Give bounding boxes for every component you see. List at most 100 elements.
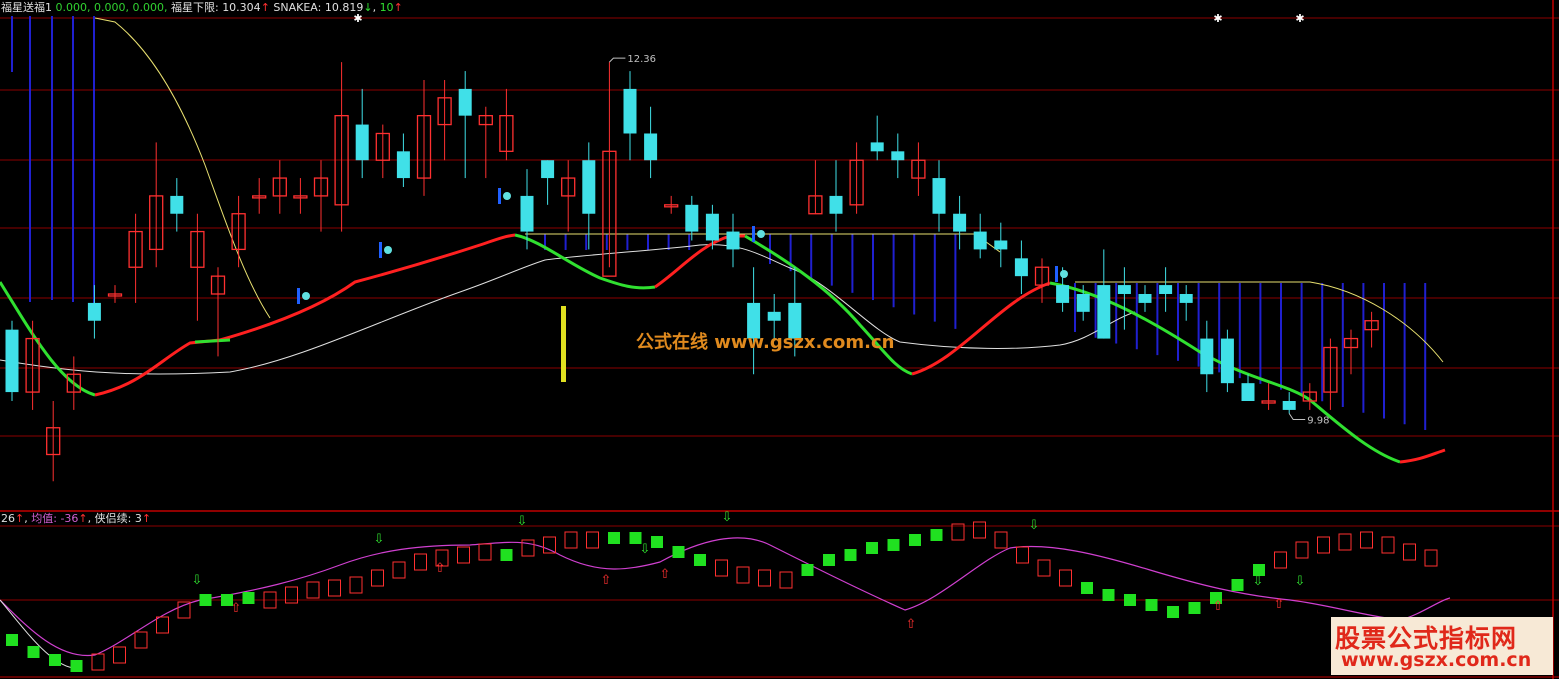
osc-bar-down: [1167, 606, 1179, 618]
down-arrow-icon: ⇩: [1029, 518, 1040, 533]
candle-body-down: [1179, 293, 1193, 303]
candle-body-down: [829, 195, 843, 214]
down-arrow-icon: ⇩: [640, 542, 651, 557]
osc-bar-down: [651, 536, 663, 548]
xialv-value: 3: [134, 512, 142, 525]
candle-body-down: [1159, 285, 1173, 294]
candle-body-down: [994, 240, 1008, 250]
candle-body-down: [1220, 338, 1234, 384]
signal-dot: [757, 230, 765, 238]
osc-bar-up: [1016, 546, 1029, 564]
osc-bar-up: [1403, 543, 1416, 561]
extra-value: 10: [379, 1, 394, 14]
osc-bar-up: [134, 631, 148, 649]
trend-line-green: [514, 233, 656, 290]
signal-marker: [379, 242, 382, 258]
candle-body-down: [396, 151, 410, 179]
osc-bar-up: [1274, 551, 1287, 569]
candle-body-down: [582, 160, 596, 214]
osc-bar-down: [1081, 582, 1093, 594]
candle-body-down: [726, 231, 740, 250]
up-arrow-icon: ⇧: [660, 567, 671, 582]
candle-body-down: [1097, 285, 1111, 339]
average-line: [0, 537, 1451, 657]
osc-bar-down: [608, 532, 620, 544]
top-header: 福星送福1 0.000, 0.000, 0.000, 福星下限: 10.304↑…: [1, 1, 403, 14]
yellow-curve: [94, 17, 271, 319]
trend-line-red: [1399, 448, 1446, 464]
osc-bar-down: [27, 646, 40, 658]
logo-url: www.gszx.com.cn: [1341, 649, 1532, 671]
bottom-header: 26↑, 均值: -36↑, 侠侣续: 3↑: [1, 512, 152, 525]
osc-bar-up: [156, 616, 169, 634]
lower-bound-label: 福星下限:: [170, 1, 219, 14]
indicator-values: 0.000, 0.000, 0.000,: [55, 1, 168, 14]
osc-bar-down: [844, 549, 857, 561]
osc-bar-up: [564, 531, 578, 549]
candle-body-down: [1076, 293, 1090, 312]
osc-bar-up: [994, 531, 1008, 549]
candle-body-down: [932, 178, 946, 214]
osc-bar-up: [371, 569, 384, 587]
candle-body-down: [870, 142, 884, 152]
candle-body-down: [1200, 338, 1214, 375]
down-arrow-icon: ⇩: [374, 532, 385, 547]
osc-bar-up: [306, 581, 320, 599]
down-arrow-icon: ⇩: [1295, 574, 1306, 589]
osc-bar-up: [457, 546, 470, 564]
snakea-value: 10.819: [324, 1, 364, 14]
up-arrow-icon: ⇧: [435, 561, 446, 576]
price-label-leader: [609, 57, 626, 63]
osc-bar-up: [543, 536, 556, 554]
star-marker: ✱: [1213, 12, 1222, 25]
osc-bar-up: [1360, 531, 1373, 549]
up-arrow: ↑: [260, 1, 270, 14]
signal-dot: [503, 192, 511, 200]
candle-body-down: [891, 151, 905, 161]
osc-bar-up: [1381, 536, 1395, 554]
candle-body-down: [541, 160, 555, 179]
candle-body-down: [1282, 400, 1296, 410]
signal-marker: [297, 288, 300, 304]
candle-body-down: [87, 302, 101, 321]
osc-bar-down: [242, 592, 255, 604]
trend-line-red: [94, 233, 516, 397]
signal-marker: [752, 226, 755, 242]
candle-body-down: [1138, 293, 1152, 303]
osc-bar-up: [113, 646, 126, 664]
indicator-title: 福星送福1: [1, 1, 52, 14]
osc-bar-down: [1102, 589, 1115, 601]
osc-bar-down: [672, 546, 685, 558]
candle-body-down: [458, 88, 472, 116]
watermark: 公式在线 www.gszx.com.cn: [636, 332, 895, 353]
osc-bar-up: [1424, 549, 1438, 567]
osc-bar-up: [478, 543, 492, 561]
candle-body-down: [170, 195, 184, 214]
candle-body-down: [1014, 258, 1028, 277]
osc-bar-up: [285, 586, 298, 604]
candle-body-down: [705, 213, 719, 241]
osc-bar-down: [1231, 579, 1244, 591]
osc-bar-down: [6, 634, 18, 646]
up-arrow-icon: ⇧: [1213, 599, 1224, 614]
osc-bar-up: [328, 579, 341, 597]
osc-bar-up: [586, 531, 599, 549]
osc-bar-up: [349, 576, 363, 594]
oscillator-panel: [0, 537, 1451, 669]
xialv-label: 侠侣续:: [94, 512, 132, 525]
candle-body-down: [685, 204, 699, 232]
osc-bar-down: [1124, 594, 1136, 606]
candle-body-down: [953, 213, 967, 232]
star-marker: ✱: [1295, 12, 1304, 25]
trend-line-green: [194, 338, 231, 344]
up-arrow: ↑: [78, 512, 88, 525]
down-arrow-icon: ⇩: [1253, 574, 1264, 589]
up-arrow: ↑: [393, 1, 403, 14]
osc-bar-down: [199, 594, 212, 606]
down-arrow-icon: ⇩: [722, 510, 733, 525]
osc-bar-up: [177, 601, 191, 619]
osc-bar-up: [736, 566, 750, 584]
up-arrow-icon: ⇧: [601, 573, 612, 588]
osc-bar-up: [758, 569, 771, 587]
osc-bar-up: [715, 559, 728, 577]
